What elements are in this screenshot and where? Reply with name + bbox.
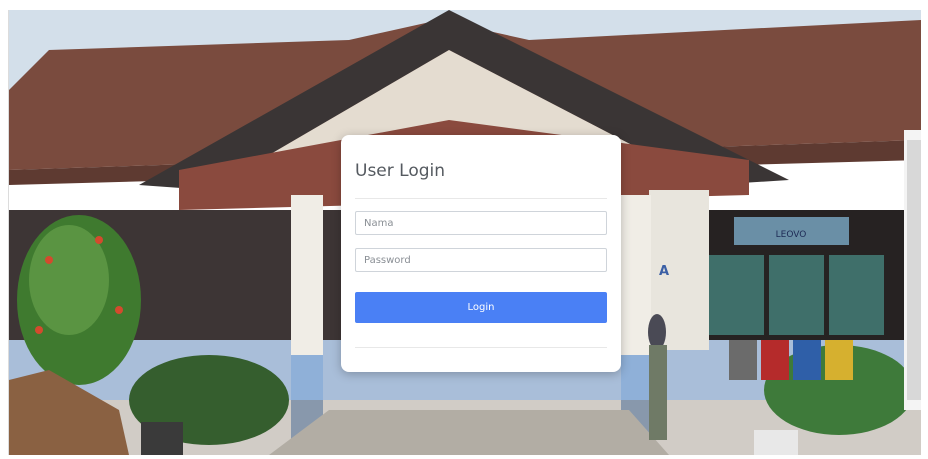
wall-letter: A [659,264,669,279]
title-divider [355,198,607,199]
login-title: User Login [355,161,446,181]
footer-divider [355,347,607,348]
password-input[interactable] [355,248,607,272]
building-sign: LEOVO [776,230,807,240]
page-frame: LEOVO A User Login Nama Login [8,10,921,455]
login-button[interactable]: Login [355,292,607,323]
login-card: User Login Login [341,135,621,372]
username-input[interactable] [355,211,607,235]
